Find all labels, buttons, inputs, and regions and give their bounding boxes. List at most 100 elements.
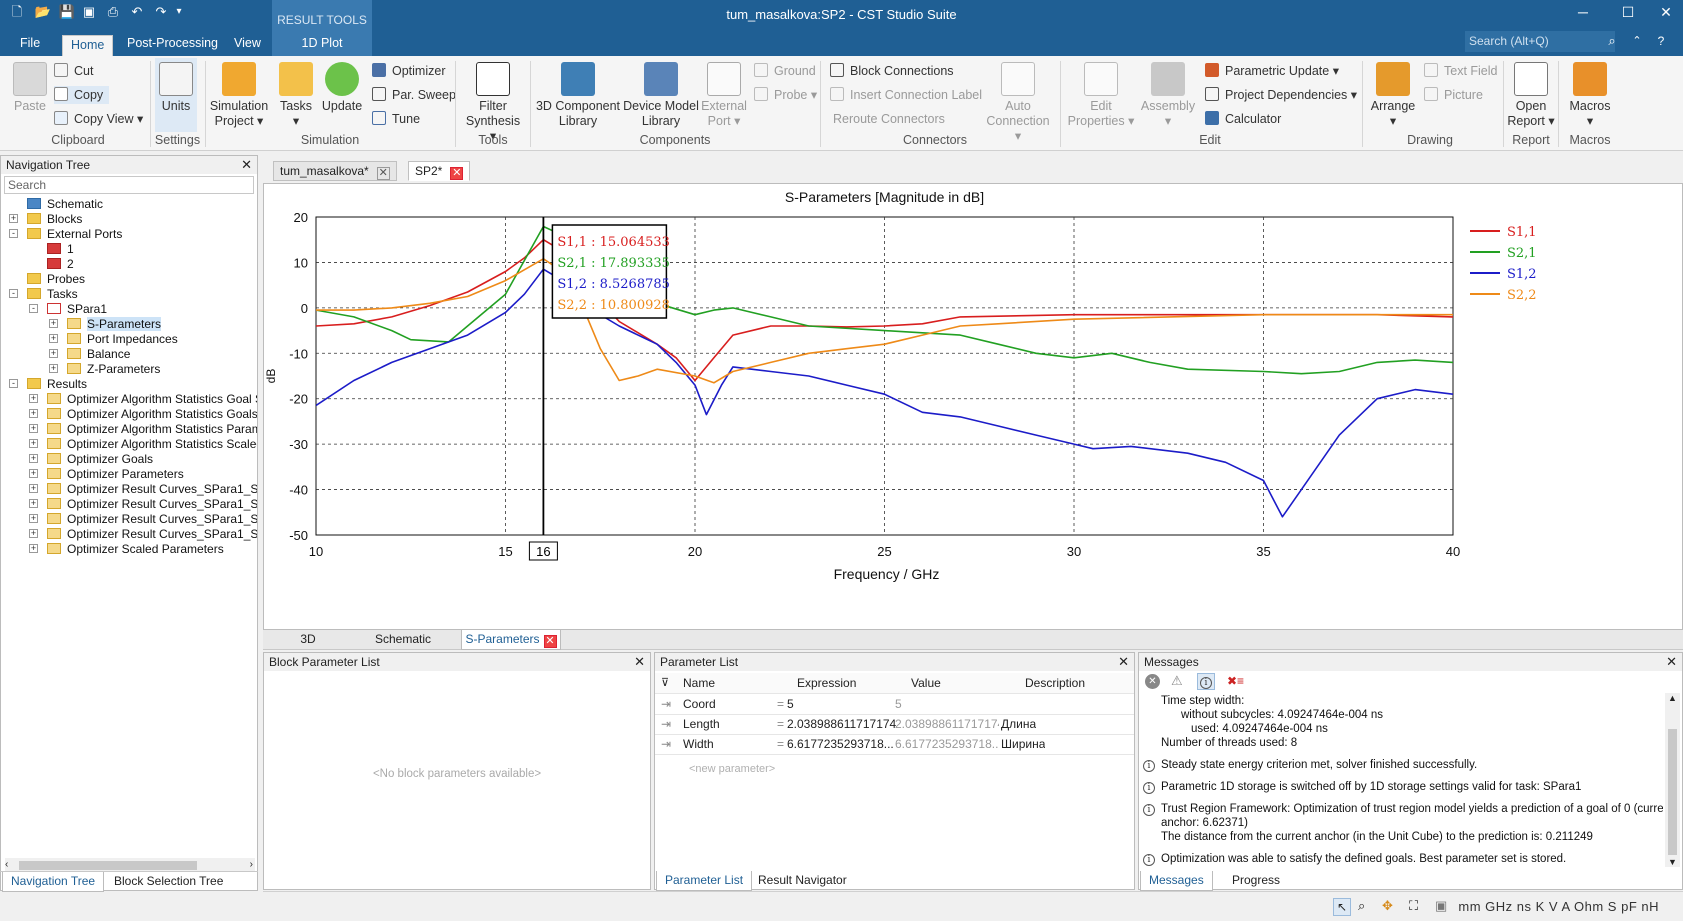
expand-icon[interactable]: + bbox=[29, 529, 38, 538]
tree-item-optimizer-algorithm-statistics-goal-sensi[interactable]: Optimizer Algorithm Statistics Goal Sens… bbox=[47, 391, 257, 407]
expand-icon[interactable]: + bbox=[29, 439, 38, 448]
close-icon[interactable]: ✕ bbox=[543, 635, 557, 648]
copy-button[interactable]: Copy bbox=[54, 86, 110, 104]
parameter-row[interactable]: ⇥ Width = 6.6177235293718... 6.6177235293718… bbox=[655, 734, 1134, 755]
scroll-right-icon[interactable]: › bbox=[250, 859, 253, 870]
info-filter-icon[interactable]: i bbox=[1197, 673, 1215, 690]
close-icon[interactable]: ✕ bbox=[634, 653, 645, 671]
expand-icon[interactable]: + bbox=[49, 319, 58, 328]
3d-component-library-button[interactable]: 3D Component Library bbox=[534, 62, 622, 129]
expand-icon[interactable]: + bbox=[49, 334, 58, 343]
tree-item-optimizer-result-curves-spara1-s-para[interactable]: Optimizer Result Curves_SPara1_S-Para bbox=[47, 526, 257, 542]
reroute-connectors-button[interactable]: Reroute Connectors bbox=[833, 110, 945, 128]
update-button[interactable]: Update bbox=[320, 62, 364, 114]
tab-post-processing[interactable]: Post-Processing bbox=[119, 34, 226, 55]
tree-item-z-parameters[interactable]: Z-Parameters bbox=[67, 361, 160, 377]
expand-icon[interactable]: + bbox=[29, 424, 38, 433]
optimizer-button[interactable]: Optimizer bbox=[372, 62, 445, 80]
scroll-down-icon[interactable]: ▼ bbox=[1668, 857, 1677, 867]
fit-view-icon[interactable]: ⛶ bbox=[1409, 898, 1418, 914]
tab-navigation-tree[interactable]: Navigation Tree bbox=[2, 872, 105, 892]
expand-icon[interactable]: + bbox=[29, 499, 38, 508]
tree-item-optimizer-result-curves-spara1-s-para[interactable]: Optimizer Result Curves_SPara1_S-Para bbox=[47, 511, 257, 527]
tune-button[interactable]: Tune bbox=[372, 110, 420, 128]
edit-properties-button[interactable]: Edit Properties ▾ bbox=[1066, 62, 1136, 129]
expand-icon[interactable]: + bbox=[49, 364, 58, 373]
tree-item-schematic[interactable]: Schematic bbox=[27, 196, 103, 212]
zoom-icon[interactable]: ⌕ bbox=[1358, 898, 1365, 914]
tree-item-optimizer-goals[interactable]: Optimizer Goals bbox=[47, 451, 153, 467]
tree-item-optimizer-parameters[interactable]: Optimizer Parameters bbox=[47, 466, 184, 482]
text-field-button[interactable]: Text Field bbox=[1424, 62, 1498, 80]
col-name[interactable]: Name bbox=[683, 673, 715, 694]
expand-icon[interactable]: + bbox=[29, 544, 38, 553]
arrange-button[interactable]: Arrange ▾ bbox=[1366, 62, 1420, 129]
expand-icon[interactable]: + bbox=[49, 349, 58, 358]
clear-messages-icon[interactable]: ✖≡ bbox=[1227, 674, 1244, 688]
tree-item-optimizer-algorithm-statistics-scaled-par[interactable]: Optimizer Algorithm Statistics Scaled Pa… bbox=[47, 436, 257, 452]
expand-icon[interactable]: + bbox=[29, 514, 38, 523]
collapse-icon[interactable]: - bbox=[9, 379, 18, 388]
tree-item-optimizer-scaled-parameters[interactable]: Optimizer Scaled Parameters bbox=[47, 541, 224, 557]
param-description[interactable]: Ширина bbox=[1001, 734, 1045, 755]
tree-item-optimizer-result-curves-spara1-s-para[interactable]: Optimizer Result Curves_SPara1_S-Para bbox=[47, 496, 257, 512]
scrollbar-thumb[interactable] bbox=[1668, 729, 1677, 855]
calculator-button[interactable]: Calculator bbox=[1205, 110, 1281, 128]
scroll-left-icon[interactable]: ‹ bbox=[5, 859, 8, 870]
insert-connection-label-button[interactable]: Insert Connection Label bbox=[830, 86, 982, 104]
tab-messages[interactable]: Messages bbox=[1140, 871, 1213, 891]
expand-icon[interactable]: + bbox=[9, 214, 18, 223]
param-expression[interactable]: 5 bbox=[787, 694, 899, 715]
expand-icon[interactable]: + bbox=[29, 454, 38, 463]
tab-home[interactable]: Home bbox=[62, 35, 114, 56]
tasks-button[interactable]: Tasks ▾ bbox=[276, 62, 316, 129]
expand-icon[interactable]: + bbox=[29, 484, 38, 493]
tree-item-balance[interactable]: Balance bbox=[67, 346, 130, 362]
collapse-icon[interactable]: - bbox=[29, 304, 38, 313]
nav-search-input[interactable]: Search bbox=[4, 176, 254, 194]
help-icon[interactable]: ? bbox=[1646, 31, 1676, 51]
ground-button[interactable]: Ground bbox=[754, 62, 816, 80]
parameter-row[interactable]: ⇥ Length = 2.038988611717174 2.0389886117171… bbox=[655, 714, 1134, 735]
tab-progress[interactable]: Progress bbox=[1224, 871, 1288, 891]
pointer-icon[interactable]: ↖ bbox=[1333, 898, 1351, 916]
collapse-icon[interactable]: - bbox=[9, 229, 18, 238]
tree-item-2[interactable]: 2 bbox=[47, 256, 74, 272]
block-connections-button[interactable]: Block Connections bbox=[830, 62, 954, 80]
tab-tum-masalkova[interactable]: tum_masalkova* ✕ bbox=[273, 161, 397, 181]
expand-icon[interactable]: + bbox=[29, 469, 38, 478]
param-expression[interactable]: 6.6177235293718... bbox=[787, 734, 899, 755]
device-model-library-button[interactable]: Device Model Library bbox=[622, 62, 700, 129]
col-value[interactable]: Value bbox=[911, 673, 941, 694]
close-icon[interactable]: ✕ bbox=[1651, 2, 1681, 22]
assembly-button[interactable]: Assembly ▾ bbox=[1136, 62, 1200, 129]
tree-item-s-parameters[interactable]: S-Parameters bbox=[67, 316, 162, 332]
tree-item-optimizer-algorithm-statistics-goals[interactable]: Optimizer Algorithm Statistics Goals bbox=[47, 406, 257, 422]
macros-button[interactable]: Macros ▾ bbox=[1562, 62, 1618, 129]
close-icon[interactable]: ✕ bbox=[1666, 653, 1677, 671]
parametric-update-button[interactable]: Parametric Update ▾ bbox=[1205, 62, 1339, 80]
probe-button[interactable]: Probe ▾ bbox=[754, 86, 817, 104]
picture-button[interactable]: Picture bbox=[1424, 86, 1483, 104]
tab-sp2[interactable]: SP2* ✕ bbox=[408, 161, 471, 181]
close-icon[interactable]: ✕ bbox=[376, 167, 390, 180]
col-expression[interactable]: Expression bbox=[797, 673, 856, 694]
units-display[interactable]: mm GHz ns K V A Ohm S pF nH bbox=[1458, 899, 1659, 914]
tree-item-blocks[interactable]: Blocks bbox=[27, 211, 82, 227]
search-input[interactable]: Search (Alt+Q) bbox=[1465, 31, 1615, 52]
tab-s-parameters[interactable]: S-Parameters ✕ bbox=[461, 630, 561, 650]
tree-item-results[interactable]: Results bbox=[27, 376, 87, 392]
tree-item-probes[interactable]: Probes bbox=[27, 271, 85, 287]
warning-filter-icon[interactable]: ⚠ bbox=[1171, 673, 1183, 689]
auto-connection-button[interactable]: Auto Connection ▾ bbox=[982, 62, 1054, 144]
tree-item-external-ports[interactable]: External Ports bbox=[27, 226, 122, 242]
tab-block-selection-tree[interactable]: Block Selection Tree bbox=[106, 872, 231, 892]
error-filter-icon[interactable]: ✕ bbox=[1145, 674, 1160, 689]
tree-item-optimizer-algorithm-statistics-paramet[interactable]: Optimizer Algorithm Statistics Paramet..… bbox=[47, 421, 257, 437]
new-parameter-row[interactable]: <new parameter> bbox=[689, 763, 775, 775]
tree-item-1[interactable]: 1 bbox=[47, 241, 74, 257]
par-sweep-button[interactable]: Par. Sweep bbox=[372, 86, 456, 104]
parameter-row[interactable]: ⇥ Coord = 5 5 bbox=[655, 694, 1134, 715]
tree-item-optimizer-result-curves-spara1-s-para[interactable]: Optimizer Result Curves_SPara1_S-Para bbox=[47, 481, 257, 497]
tree-item-spara1[interactable]: SPara1 bbox=[47, 301, 107, 317]
